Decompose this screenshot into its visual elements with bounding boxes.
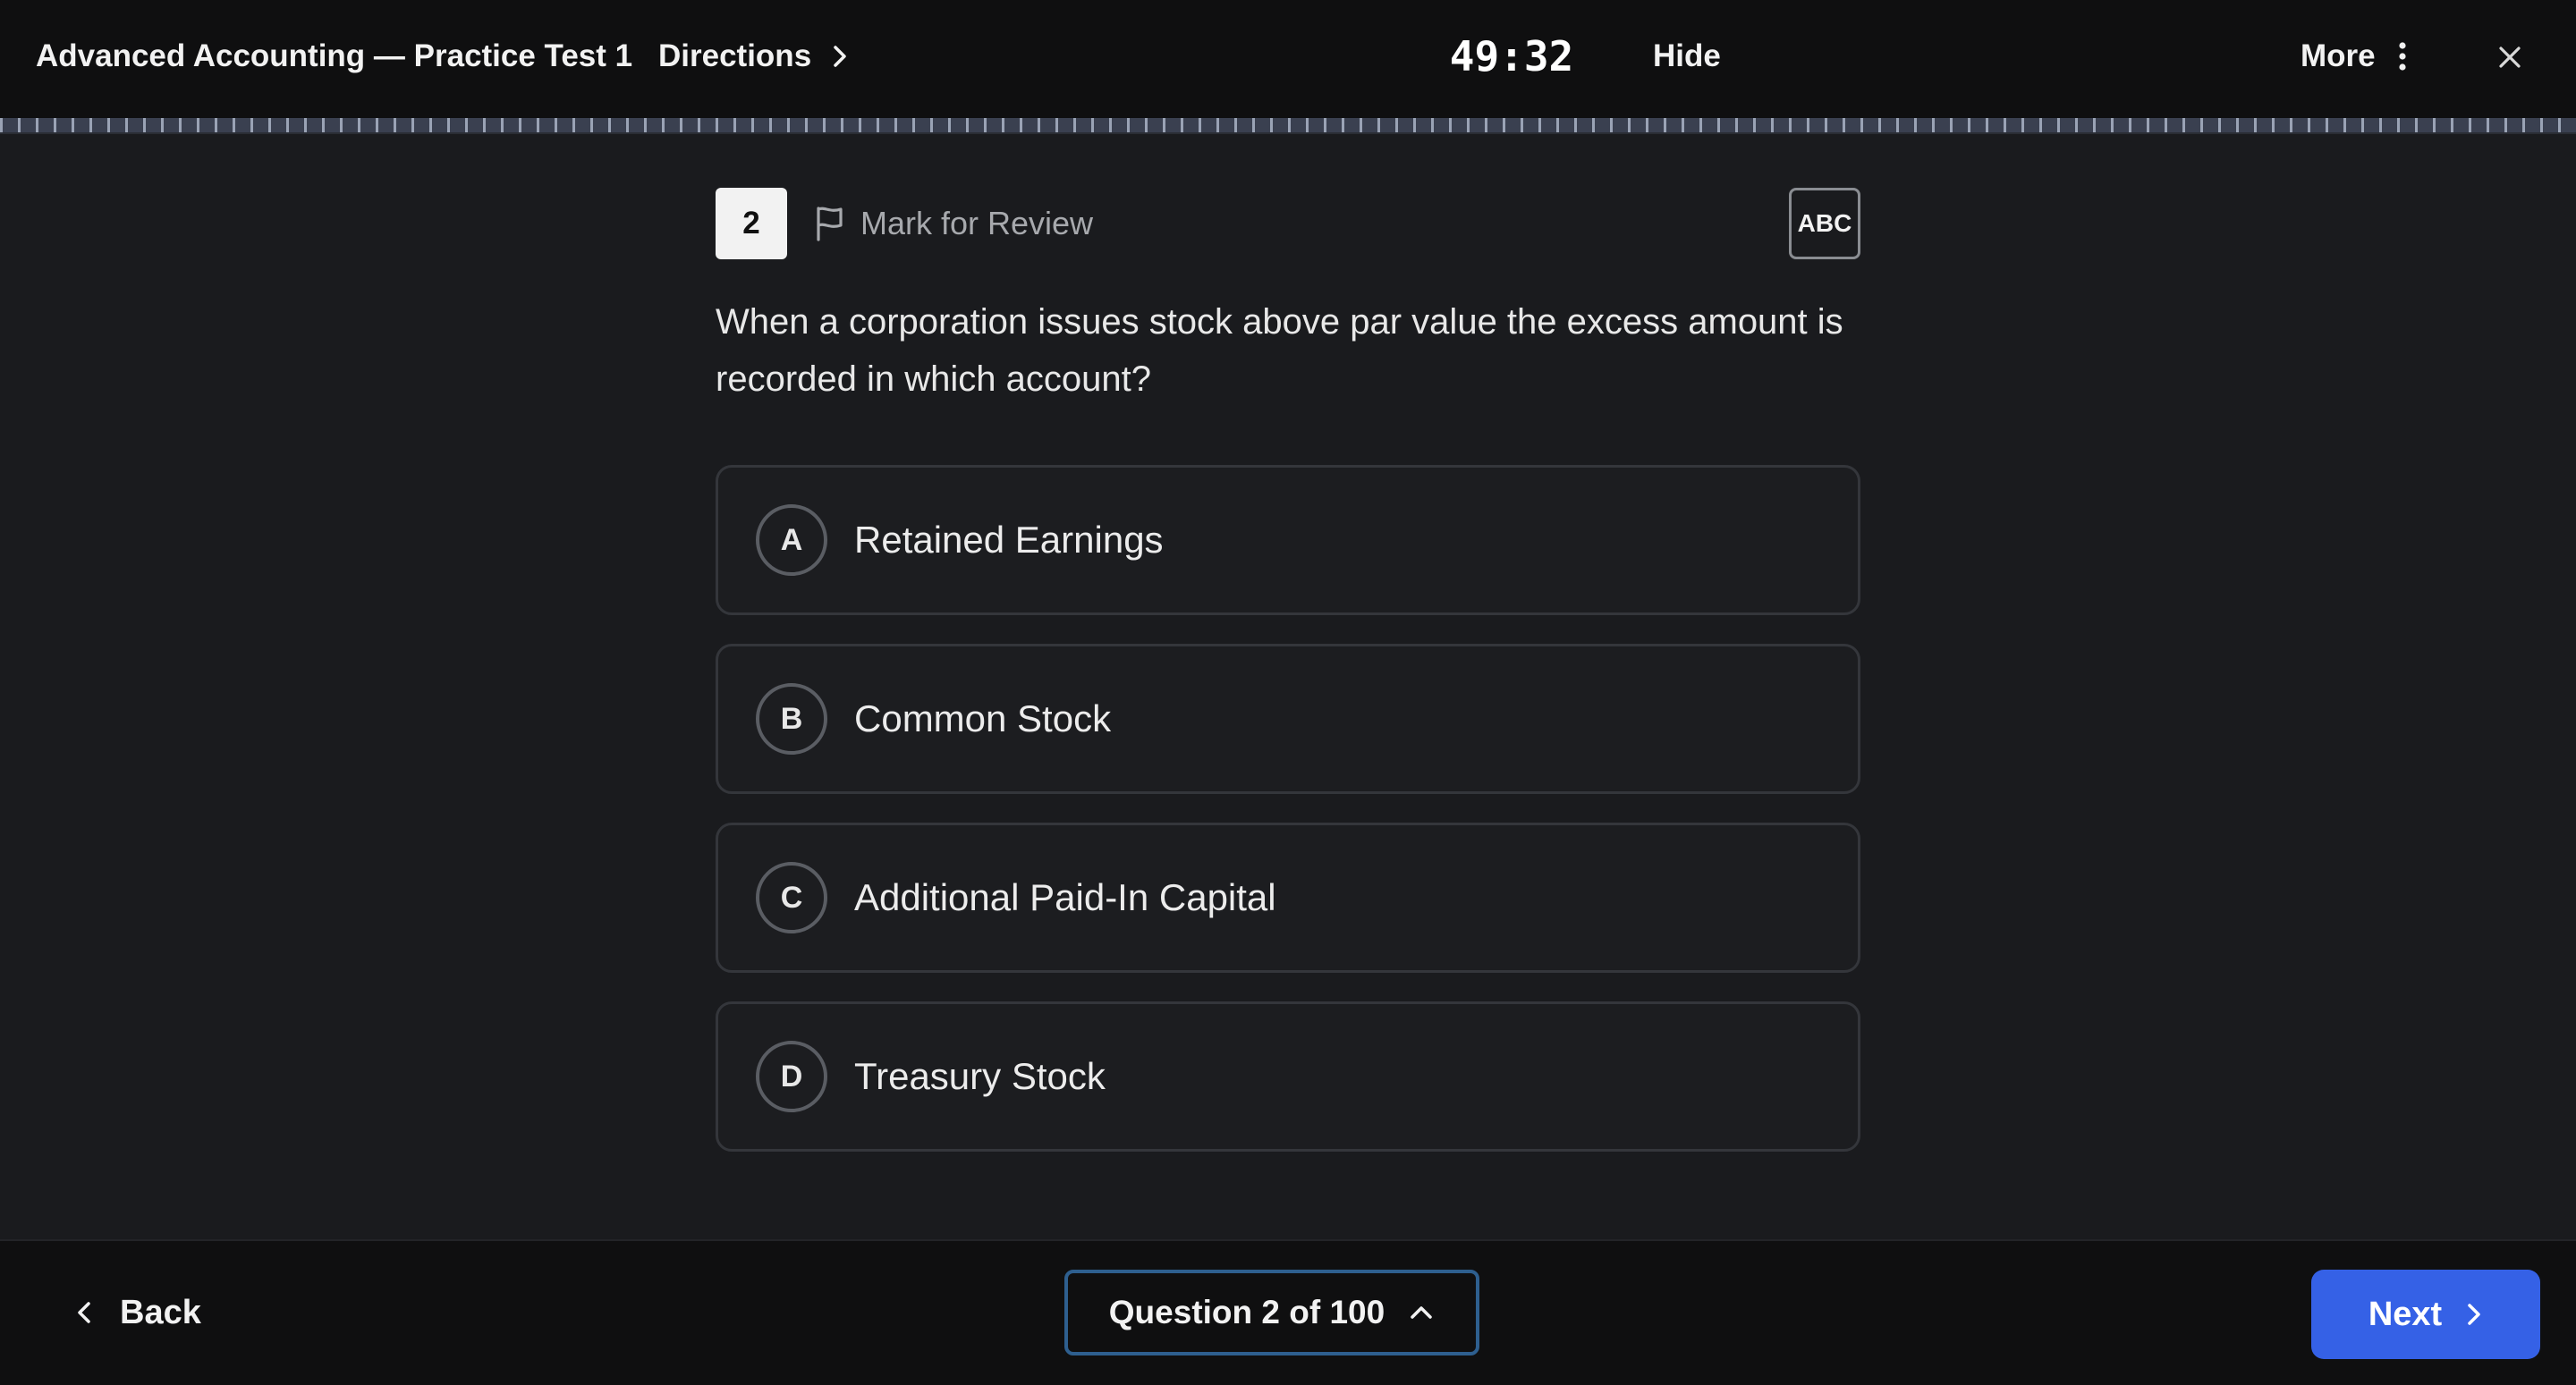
back-button[interactable]: Back	[75, 1270, 201, 1355]
choice-letter-badge: B	[756, 683, 827, 755]
choice-text: Retained Earnings	[854, 519, 1164, 561]
hide-timer-button[interactable]: Hide	[1653, 0, 1721, 113]
choice-text: Additional Paid-In Capital	[854, 876, 1276, 918]
answer-choice-a[interactable]: A Retained Earnings	[716, 465, 1860, 615]
top-bar: Advanced Accounting — Practice Test 1 Di…	[0, 0, 2576, 118]
chevron-up-icon	[1408, 1304, 1435, 1322]
mark-for-review-label: Mark for Review	[860, 205, 1094, 241]
next-button[interactable]: Next	[2311, 1270, 2540, 1359]
choice-letter-badge: C	[756, 862, 827, 933]
question-header: 2 Mark for Review ABC	[716, 188, 1860, 259]
question-progress-strip	[0, 118, 2576, 134]
back-label: Back	[120, 1293, 201, 1331]
more-vertical-icon	[2397, 41, 2408, 72]
chevron-right-icon	[2465, 1301, 2483, 1328]
answer-choices: A Retained Earnings B Common Stock C Add…	[716, 465, 1860, 1180]
directions-button[interactable]: Directions	[658, 0, 849, 113]
close-button[interactable]	[2485, 32, 2535, 82]
question-navigator-button[interactable]: Question 2 of 100	[1064, 1270, 1479, 1355]
countdown-timer: 49:32	[1449, 32, 1574, 80]
question-navigator-label: Question 2 of 100	[1108, 1294, 1385, 1330]
directions-label: Directions	[658, 38, 812, 73]
next-label: Next	[2368, 1295, 2443, 1333]
answer-choice-d[interactable]: D Treasury Stock	[716, 1001, 1860, 1152]
question-number-badge: 2	[716, 188, 787, 259]
question-stem: When a corporation issues stock above pa…	[716, 302, 1843, 399]
answer-choice-c[interactable]: C Additional Paid-In Capital	[716, 823, 1860, 973]
mark-for-review-button[interactable]: Mark for Review	[814, 188, 1093, 259]
more-label: More	[2301, 38, 2376, 73]
answer-choice-b[interactable]: B Common Stock	[716, 644, 1860, 794]
choice-text: Common Stock	[854, 697, 1112, 739]
choice-letter-badge: D	[756, 1041, 827, 1112]
choice-text: Treasury Stock	[854, 1055, 1106, 1097]
chevron-right-icon	[831, 43, 849, 70]
flag-icon	[814, 206, 844, 241]
more-button[interactable]: More	[2301, 0, 2408, 113]
choice-letter-badge: A	[756, 504, 827, 576]
chevron-left-icon	[75, 1299, 93, 1326]
test-title: Advanced Accounting — Practice Test 1	[36, 38, 633, 73]
close-icon	[2497, 45, 2522, 70]
answer-eliminator-toggle[interactable]: ABC	[1789, 188, 1860, 259]
bottom-bar: Back Question 2 of 100 Next	[0, 1239, 2576, 1385]
